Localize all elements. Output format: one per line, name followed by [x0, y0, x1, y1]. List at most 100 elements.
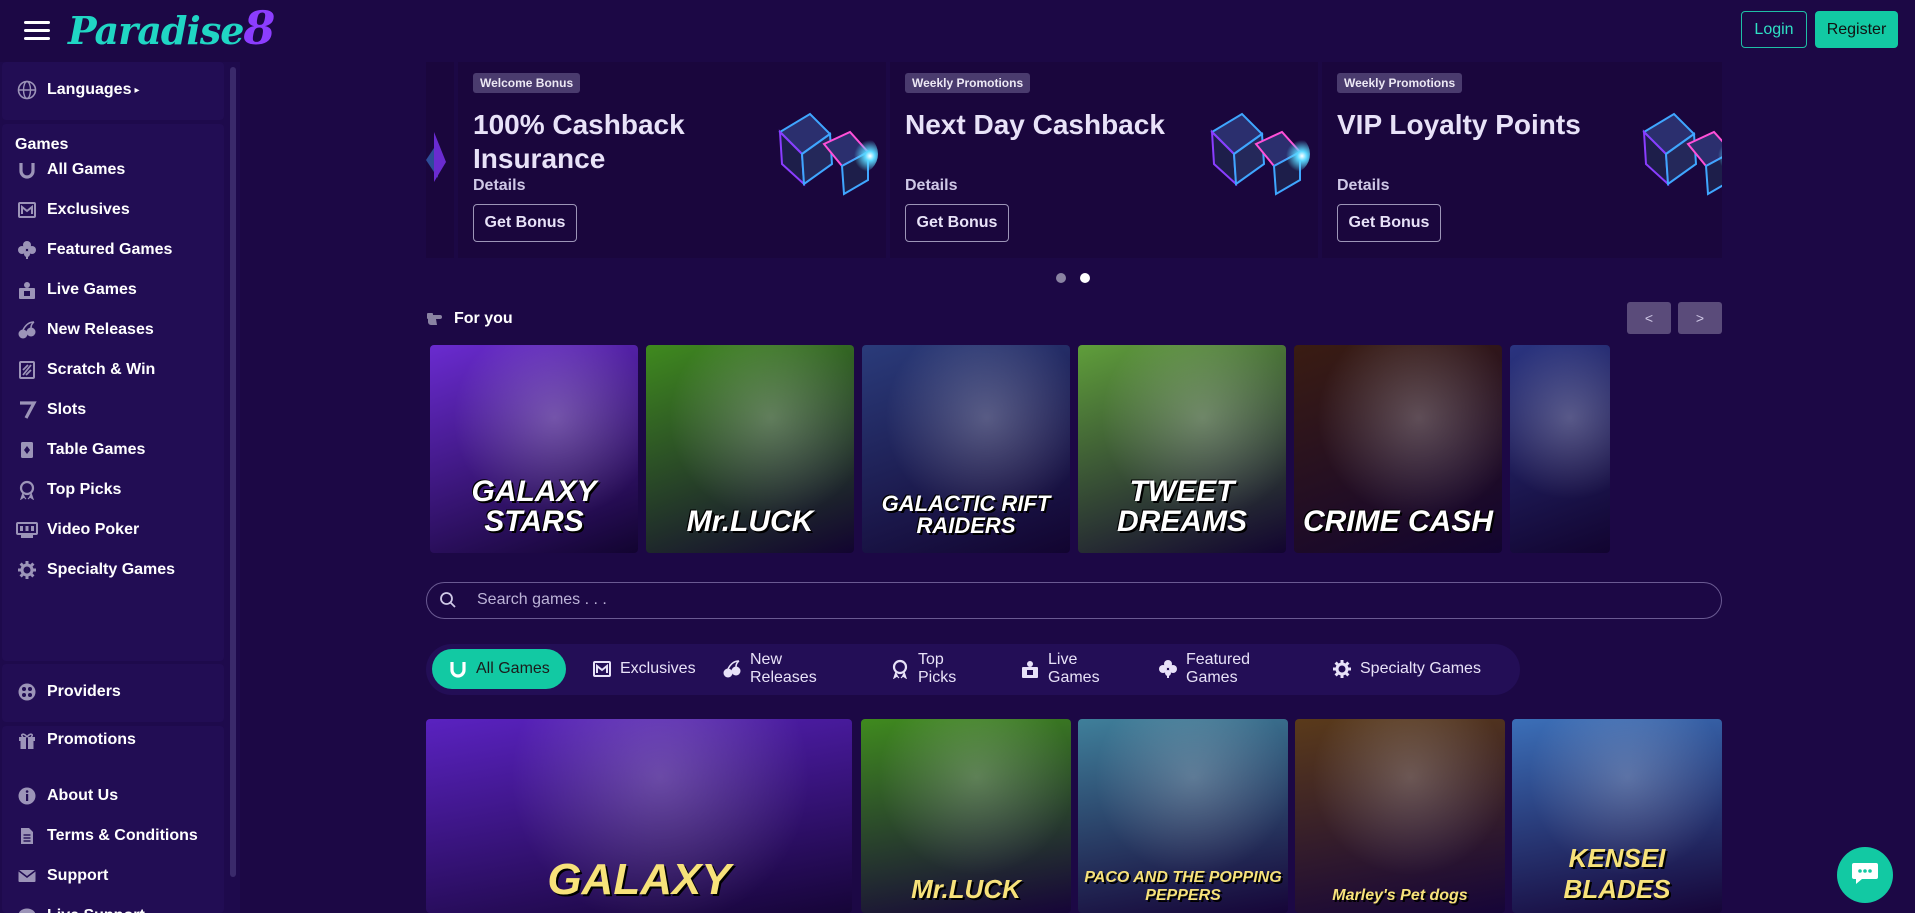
carousel-next-button[interactable]: > — [1678, 302, 1722, 334]
get-bonus-button[interactable]: Get Bonus — [473, 204, 577, 242]
hamburger-menu-icon[interactable] — [24, 19, 52, 41]
sidebar-item-live-support[interactable]: Live Support — [16, 904, 145, 913]
horseshoe-icon — [448, 659, 468, 679]
clover-icon — [1158, 659, 1178, 679]
sidebar-item-label: Live Games — [47, 281, 137, 298]
game-tile-title: GALAXY — [547, 855, 731, 904]
sidebar-item-scratch-win[interactable]: Scratch & Win — [16, 358, 155, 382]
sidebar-item-featured-games[interactable]: Featured Games — [16, 238, 172, 262]
promo-details-link[interactable]: Details — [473, 177, 525, 195]
sidebar-scrollbar[interactable] — [230, 67, 236, 877]
sidebar-item-top-picks[interactable]: Top Picks — [16, 478, 121, 502]
sidebar-item-about-us[interactable]: About Us — [16, 784, 118, 808]
logo-word: Paradise — [68, 8, 244, 53]
live-dealer-icon — [1020, 659, 1040, 679]
get-bonus-button[interactable]: Get Bonus — [905, 204, 1009, 242]
tab-label: Featured Games — [1186, 651, 1251, 686]
seven-icon — [16, 399, 38, 421]
game-grid-tile[interactable]: KENSEI BLADES — [1512, 719, 1722, 913]
sidebar-item-support[interactable]: Support — [16, 864, 108, 888]
exclusives-icon — [592, 659, 612, 679]
chevron-right-icon: ▸ — [134, 84, 140, 96]
promo-details-link[interactable]: Details — [1337, 177, 1389, 195]
sidebar-item-terms-conditions[interactable]: Terms & Conditions — [16, 824, 198, 848]
sidebar-item-label: Featured Games — [47, 241, 173, 258]
register-button[interactable]: Register — [1815, 11, 1898, 48]
game-grid-tile[interactable]: Mr.LUCK — [861, 719, 1071, 913]
dice-illustration — [1210, 112, 1310, 196]
game-tile[interactable]: GALAXY STARS — [430, 345, 638, 553]
sidebar-item-label: New Releases — [47, 321, 154, 338]
game-tile[interactable]: Mr.LUCK — [646, 345, 854, 553]
sidebar-item-label: Video Poker — [47, 521, 140, 538]
info-icon — [16, 785, 38, 807]
promo-card: Weekly Promotions VIP Loyalty Points Det… — [1322, 62, 1722, 258]
promo-details-link[interactable]: Details — [905, 177, 957, 195]
game-tile-title: GALACTIC RIFT RAIDERS — [881, 491, 1051, 538]
game-tile[interactable]: CRIME CASH — [1294, 345, 1502, 553]
game-tile[interactable]: TWEET DREAMS — [1078, 345, 1286, 553]
sidebar-item-video-poker[interactable]: Video Poker — [16, 518, 139, 542]
sidebar-item-label: Scratch & Win — [47, 361, 156, 378]
tab-label: Live Games — [1048, 651, 1100, 686]
sidebar-item-slots[interactable]: Slots — [16, 398, 86, 422]
sidebar-item-label: Top Picks — [47, 481, 122, 498]
sidebar-item-providers[interactable]: Providers — [16, 680, 121, 704]
tab-all-games[interactable]: All Games — [432, 649, 566, 689]
game-tile[interactable]: GALACTIC RIFT RAIDERS — [862, 345, 1070, 553]
sidebar-item-label: All Games — [47, 161, 126, 178]
for-you-title: For you — [454, 310, 513, 327]
dice-illustration — [1642, 112, 1722, 196]
award-icon — [16, 479, 38, 501]
sidebar-item-label: Table Games — [47, 441, 146, 458]
tab-live-games[interactable]: Live Games — [1004, 649, 1134, 689]
sidebar-item-languages[interactable]: Languages ▸ — [16, 78, 140, 102]
poker-machine-icon — [16, 519, 38, 541]
game-grid-tile[interactable]: Marley's Pet dogs — [1295, 719, 1505, 913]
carousel-dot-1[interactable] — [1056, 273, 1066, 283]
tab-label: New Releases — [750, 651, 817, 686]
tab-specialty-games[interactable]: Specialty Games — [1316, 649, 1502, 689]
search-input[interactable] — [477, 588, 1707, 612]
sidebar-item-all-games[interactable]: All Games — [16, 158, 125, 182]
sidebar-item-label: Live Support — [47, 907, 145, 913]
sidebar-item-label: Exclusives — [47, 201, 130, 218]
sidebar-item-promotions[interactable]: Promotions — [16, 728, 136, 752]
promo-carousel: Welcome Bonus 100% Cashback Insurance De… — [426, 62, 1722, 258]
live-chat-button[interactable] — [1837, 847, 1893, 903]
promo-badge: Weekly Promotions — [1337, 73, 1463, 93]
tab-label: Specialty Games — [1360, 660, 1481, 677]
promo-title: VIP Loyalty Points — [1337, 109, 1581, 140]
pointing-hand-icon — [426, 307, 448, 332]
sidebar-item-label: Terms & Conditions — [47, 827, 198, 844]
logo[interactable]: Paradise8 — [68, 1, 275, 55]
carousel-dot-2[interactable] — [1080, 273, 1090, 283]
award-icon — [890, 659, 910, 679]
game-tile-title: Mr.LUCK — [911, 874, 1021, 904]
tab-label: All Games — [476, 660, 550, 677]
sidebar-item-exclusives[interactable]: Exclusives — [16, 198, 130, 222]
sidebar-item-new-releases[interactable]: New Releases — [16, 318, 154, 342]
logo-number: 8 — [243, 1, 275, 55]
search-bar[interactable] — [426, 582, 1722, 619]
tab-label: Top Picks — [918, 651, 957, 686]
sidebar-item-specialty-games[interactable]: Specialty Games — [16, 558, 175, 582]
chat-icon — [1850, 859, 1880, 892]
login-button[interactable]: Login — [1741, 11, 1807, 48]
carousel-prev-button[interactable]: < — [1627, 302, 1671, 334]
document-icon — [16, 825, 38, 847]
game-grid-tile[interactable]: PACO AND THE POPPING PEPPERS — [1078, 719, 1288, 913]
game-tile[interactable] — [1510, 345, 1610, 553]
promo-title: 100% Cashback Insurance — [473, 109, 685, 174]
tab-exclusives[interactable]: Exclusives — [576, 649, 698, 689]
tab-top-picks[interactable]: Top Picks — [874, 649, 996, 689]
sidebar: Languages ▸ Games All Games Exclusives Fea… — [0, 62, 240, 913]
tab-new-releases[interactable]: New Releases — [706, 649, 866, 689]
scratch-card-icon — [16, 359, 38, 381]
sidebar-item-table-games[interactable]: Table Games — [16, 438, 145, 462]
sidebar-item-live-games[interactable]: Live Games — [16, 278, 137, 302]
sidebar-item-label: Providers — [47, 683, 121, 700]
game-grid-tile[interactable]: GALAXY — [426, 719, 852, 913]
get-bonus-button[interactable]: Get Bonus — [1337, 204, 1441, 242]
tab-featured-games[interactable]: Featured Games — [1142, 649, 1308, 689]
